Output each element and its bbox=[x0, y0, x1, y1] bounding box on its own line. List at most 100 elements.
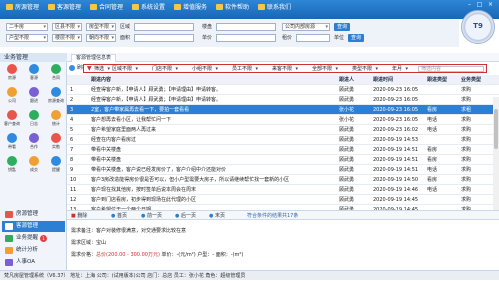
table-row[interactable]: 1 经查得客户新，【申请人】顾武勇；【申请理由】申请转客。 顾武勇 2020-09-2… bbox=[67, 85, 499, 95]
filter-all[interactable]: 全部不限 bbox=[312, 66, 338, 72]
cell-biz: 求购 bbox=[461, 97, 472, 103]
filter-store[interactable]: 门店不限 bbox=[152, 66, 178, 72]
column-person[interactable]: 跟进人 bbox=[339, 75, 369, 85]
delete-button[interactable]: ■ 删除 bbox=[71, 212, 87, 220]
unit-price-input[interactable] bbox=[216, 34, 276, 42]
cell-content: 经查在内客户看房过 bbox=[91, 137, 137, 143]
menu-item-client[interactable]: 客源管理 bbox=[46, 3, 81, 13]
sidebar-tile-coop[interactable]: 合作 bbox=[24, 132, 44, 154]
sidebar-tile-client-query[interactable]: 客户查询 bbox=[2, 109, 22, 131]
scroll-thumb[interactable] bbox=[494, 109, 498, 149]
cell-time: 2020-09-19 14:45 bbox=[373, 197, 419, 203]
sidebar-tile-followup[interactable]: 跟进 bbox=[24, 86, 44, 108]
table-row[interactable]: 9 带看中关楼盘，客户说已经发房价了，客户介绍中介还能对价 顾武勇 2020-09-1… bbox=[67, 165, 499, 175]
table-row[interactable]: 10 客户3房改造能得房价很是否可以，但小户型需要大房子，所以请继续帮忙找一套新的… bbox=[67, 175, 499, 185]
filter-search-input[interactable]: 筛选内容 bbox=[418, 66, 484, 72]
query-button[interactable]: 查询 bbox=[334, 23, 350, 31]
floor-select[interactable]: 楼层不限 bbox=[52, 34, 82, 42]
bell-icon bbox=[5, 235, 13, 242]
menu-item-help[interactable]: 软件帮助 bbox=[214, 3, 249, 13]
column-time[interactable]: 跟进时间 bbox=[373, 75, 423, 85]
sidebar-tile-reminder[interactable]: 提醒 bbox=[46, 155, 66, 177]
column-type[interactable]: 跟进类型 bbox=[427, 75, 457, 85]
sidebar-item-oa[interactable]: 人事OA bbox=[2, 257, 65, 268]
sidebar-tile-company[interactable]: 公司 bbox=[2, 86, 22, 108]
table-row[interactable]: 12 客户到门店看房，初步得到现场在此代理的小区 顾武勇 2020-09-19 14:… bbox=[67, 195, 499, 205]
vertical-scrollbar[interactable] bbox=[493, 97, 499, 210]
estate-input[interactable] bbox=[216, 23, 276, 31]
table-row[interactable]: 4 客户想再去看小区，让我帮忙问一下 张小花 2020-09-23 16:05 电话 求购 bbox=[67, 115, 499, 125]
cell-biz: 求购 bbox=[461, 117, 472, 123]
column-biz[interactable]: 业务类型 bbox=[461, 75, 491, 85]
sidebar-tile-key[interactable]: 钥匙 bbox=[2, 155, 22, 177]
menu-item-contract[interactable]: 合同管理 bbox=[88, 3, 123, 13]
close-icon[interactable]: × bbox=[487, 1, 494, 8]
last-page-button[interactable]: ● 末页 bbox=[209, 212, 225, 220]
funnel-icon: ▼ bbox=[87, 65, 92, 72]
sidebar-tile-viewing[interactable]: 带看 bbox=[2, 132, 22, 154]
sidebar-tile-client[interactable]: 客源 bbox=[24, 63, 44, 85]
sidebar-tile-contract[interactable]: 合同 bbox=[46, 63, 66, 85]
sidebar-item-stats[interactable]: 统计分析 bbox=[2, 245, 65, 256]
cell-time: 2020-09-23 16:05 bbox=[373, 87, 419, 93]
sidebar-tile-survey[interactable]: 实勘 bbox=[46, 132, 66, 154]
table-row[interactable]: 3 2室，客户带家属再去看一下，要拍一套看看 张小花 2020-09-23 16:05… bbox=[67, 105, 499, 115]
cell-type: 电话 bbox=[427, 167, 438, 173]
filter-panel: 二手房 区县不限 房型不限 区域 楼盘 公司内部房源 查询 户型不限 楼层不限 … bbox=[0, 19, 459, 47]
district-select[interactable]: 区县不限 bbox=[52, 23, 82, 31]
menu-item-settings[interactable]: 系统设置 bbox=[130, 3, 165, 13]
sidebar-item-client[interactable]: 客源管理 bbox=[2, 221, 65, 232]
source-select[interactable]: 公司内部房源 bbox=[282, 23, 330, 31]
menu-item-house[interactable]: 房源管理 bbox=[4, 3, 39, 13]
column-content[interactable]: 跟进内容 bbox=[91, 75, 331, 85]
house-icon bbox=[7, 64, 17, 74]
filter-region[interactable]: 区域不限 bbox=[112, 66, 138, 72]
filter-team[interactable]: 小组不限 bbox=[192, 66, 218, 72]
prev-page-button[interactable]: ● 前一页 bbox=[141, 212, 162, 220]
table-row[interactable]: 11 客户现在找其他房，按时签单后说本周会在周末 顾武勇 2020-09-19 14:… bbox=[67, 185, 499, 195]
sidebar-item-reminder[interactable]: 业务提醒 1 bbox=[2, 233, 65, 244]
menu-item-contact[interactable]: 联系我们 bbox=[256, 3, 291, 13]
cell-biz: 求购 bbox=[461, 137, 472, 143]
sidebar-tile-log[interactable]: 日志 bbox=[24, 109, 44, 131]
filter-month[interactable]: 年月 bbox=[392, 66, 408, 72]
cell-person: 顾武勇 bbox=[339, 127, 355, 133]
layout-select[interactable]: 户型不限 bbox=[6, 34, 48, 42]
pagination-bar: ■ 删除 ● 首页 ● 前一页 ● 后一页 ● 末页 符合条件的结果共17条 bbox=[67, 210, 499, 220]
sidebar-item-house[interactable]: 房源管理 bbox=[2, 209, 65, 220]
house-icon bbox=[5, 211, 13, 218]
listing-type-select[interactable]: 二手房 bbox=[6, 23, 48, 31]
cell-person: 顾武勇 bbox=[339, 177, 355, 183]
orientation-select[interactable]: 朝向不限 bbox=[86, 34, 116, 42]
menu-item-services[interactable]: 增值服务 bbox=[172, 3, 207, 13]
filter-button[interactable]: ▼ 筛选 bbox=[87, 65, 110, 73]
query-button-2[interactable]: 查询 bbox=[348, 34, 364, 42]
estate-label: 楼盘 bbox=[202, 24, 213, 30]
cell-person: 张小花 bbox=[339, 117, 355, 123]
filter-source[interactable]: 来客不限 bbox=[272, 66, 298, 72]
first-page-button[interactable]: ● 首页 bbox=[111, 212, 127, 220]
cell-time: 2020-09-23 16:05 bbox=[373, 117, 419, 123]
table-row[interactable]: 6 经查在内客户看房过 顾武勇 2020-09-19 14:53 求购 bbox=[67, 135, 499, 145]
bell-icon bbox=[51, 156, 61, 166]
refresh-icon bbox=[69, 65, 75, 71]
size-input[interactable] bbox=[134, 34, 194, 42]
minimize-icon[interactable]: – bbox=[466, 1, 473, 8]
sidebar-tile-house-query[interactable]: 房源查询 bbox=[46, 86, 66, 108]
table-row[interactable]: 5 客户希望家庭里面两人再过来 顾武勇 2020-09-23 16:02 电话 求购 bbox=[67, 125, 499, 135]
sidebar-tile-house[interactable]: 房源 bbox=[2, 63, 22, 85]
area-input[interactable] bbox=[134, 23, 194, 31]
maximize-icon[interactable]: □ bbox=[476, 1, 483, 8]
table-row[interactable]: 2 经查得客户新，【申请人】顾武勇；【申请理由】申请转客。 顾武勇 2020-09-2… bbox=[67, 95, 499, 105]
rent-input[interactable] bbox=[296, 34, 330, 42]
table-row[interactable]: 7 带看中关楼盘 顾武勇 2020-09-19 14:51 看房 求购 bbox=[67, 145, 499, 155]
filter-staff[interactable]: 员工不限 bbox=[232, 66, 258, 72]
tab-client-followup[interactable]: 客源管理信息表 bbox=[71, 54, 117, 62]
sidebar-tile-stats[interactable]: 统计 bbox=[46, 109, 66, 131]
cell-content: 客户想再去看小区，让我帮忙问一下 bbox=[91, 117, 172, 123]
filter-type[interactable]: 类型不限 bbox=[352, 66, 378, 72]
room-type-select[interactable]: 房型不限 bbox=[86, 23, 116, 31]
table-row[interactable]: 8 带看中关楼盘 顾武勇 2020-09-19 14:51 看房 求购 bbox=[67, 155, 499, 165]
next-page-button[interactable]: ● 后一页 bbox=[175, 212, 196, 220]
sidebar-tile-deal[interactable]: 成交 bbox=[24, 155, 44, 177]
